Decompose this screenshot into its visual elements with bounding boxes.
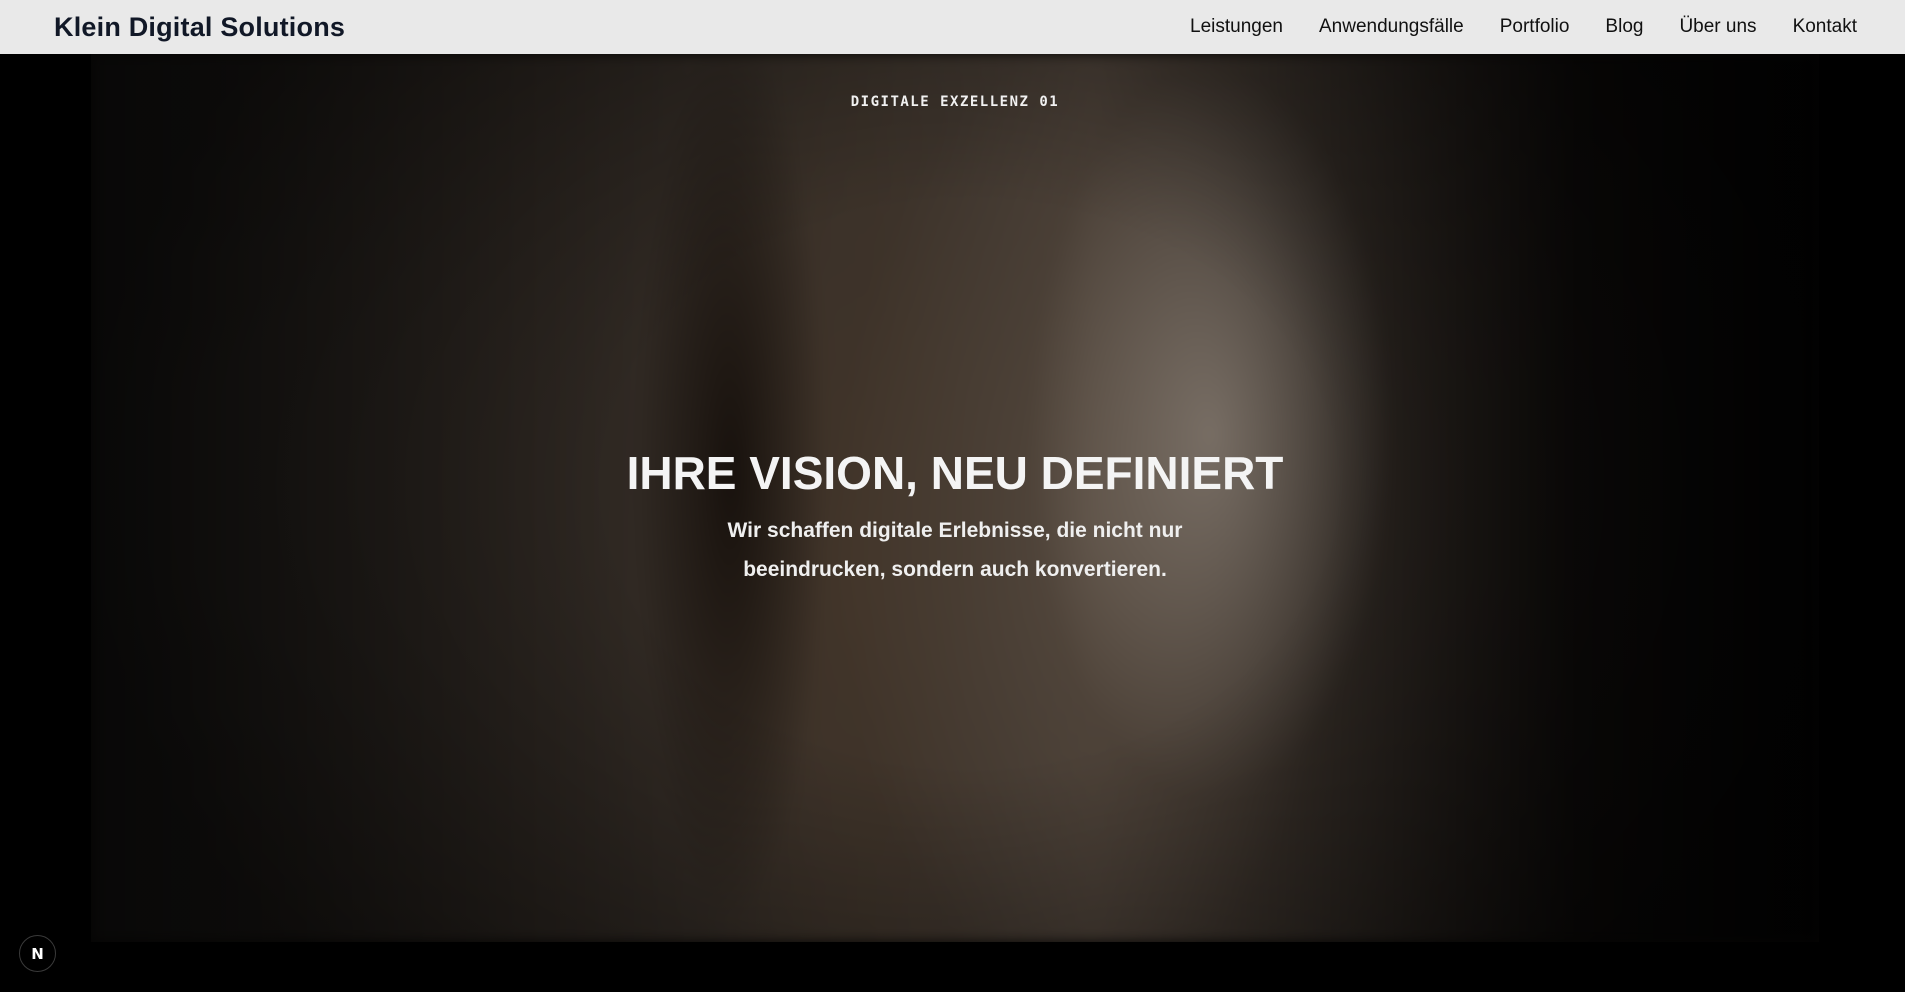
brand-logo[interactable]: Klein Digital Solutions [54, 12, 345, 43]
nav-item-blog[interactable]: Blog [1605, 16, 1643, 38]
nextjs-dev-badge[interactable]: N [19, 935, 56, 972]
nav-item-leistungen[interactable]: Leistungen [1190, 16, 1283, 38]
hero-subline: Wir schaffen digitale Erlebnisse, die ni… [91, 511, 1819, 589]
main-nav: Leistungen Anwendungsfälle Portfolio Blo… [1190, 16, 1857, 38]
hero-subline-line-1: Wir schaffen digitale Erlebnisse, die ni… [727, 519, 1183, 542]
hero-section: DIGITALE EXZELLENZ 01 IHRE VISION, NEU D… [91, 54, 1819, 942]
nextjs-icon: N [31, 944, 44, 963]
nav-item-kontakt[interactable]: Kontakt [1793, 16, 1857, 38]
hero-subline-line-2: beeindrucken, sondern auch konvertieren. [743, 558, 1167, 581]
nav-item-portfolio[interactable]: Portfolio [1500, 16, 1570, 38]
nav-item-anwendungsfaelle[interactable]: Anwendungsfälle [1319, 16, 1464, 38]
nav-item-ueber-uns[interactable]: Über uns [1679, 16, 1756, 38]
hero-headline: IHRE VISION, NEU DEFINIERT [626, 447, 1284, 499]
hero-eyebrow: DIGITALE EXZELLENZ 01 [850, 94, 1060, 110]
top-navbar: Klein Digital Solutions Leistungen Anwen… [0, 0, 1905, 54]
